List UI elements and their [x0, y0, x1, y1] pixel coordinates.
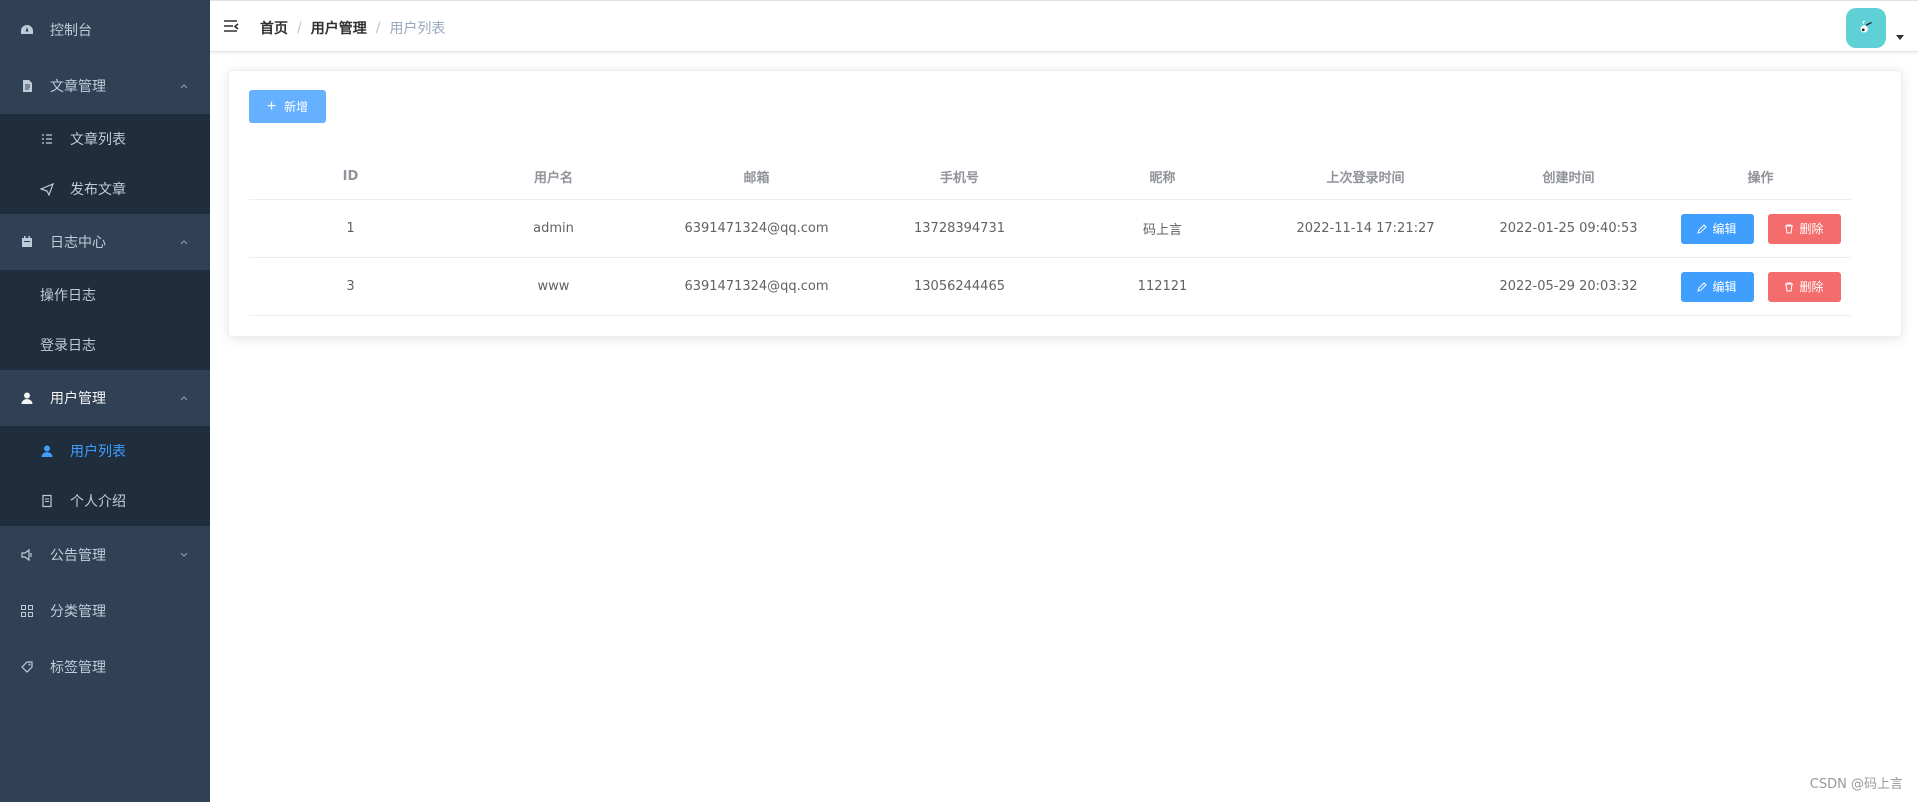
sidebar-item-dashboard[interactable]: 控制台	[0, 2, 210, 58]
table-header: ID 用户名 邮箱 手机号 昵称 上次登录时间 创建时间 操作	[249, 154, 1851, 200]
cell-email: 6391471324@qq.com	[684, 279, 829, 294]
delete-button[interactable]: 删除	[1767, 213, 1841, 244]
cell-created: 2022-05-29 20:03:32	[1499, 279, 1638, 294]
delete-button[interactable]: 删除	[1767, 271, 1841, 302]
header-email: 邮箱	[743, 171, 770, 186]
edit-button-label: 编辑	[1712, 222, 1737, 236]
cell-actions: 编辑 删除	[1670, 271, 1851, 302]
sidebar-item-label: 个人介绍	[70, 494, 126, 510]
sidebar-item-log-center[interactable]: 日志中心	[0, 214, 210, 270]
caret-down-icon[interactable]	[1896, 35, 1904, 40]
delete-button-label: 删除	[1799, 280, 1824, 294]
sidebar-item-tag[interactable]: 标签管理	[0, 639, 210, 695]
cell-id: 1	[346, 221, 355, 236]
navbar: 首页 / 用户管理 / 用户列表	[210, 0, 1918, 52]
trash-icon	[1784, 282, 1794, 292]
sidebar-item-article-management[interactable]: 文章管理	[0, 58, 210, 114]
edit-icon	[1697, 281, 1708, 292]
header-nickname: 昵称	[1149, 171, 1176, 186]
sidebar-item-category[interactable]: 分类管理	[0, 583, 210, 639]
sidebar-item-label: 登录日志	[40, 338, 96, 354]
user-icon	[40, 444, 54, 458]
hamburger-icon[interactable]	[222, 17, 242, 37]
breadcrumb-separator: /	[297, 20, 302, 36]
header-id: ID	[342, 169, 359, 184]
document-icon	[20, 79, 34, 93]
sidebar-item-login-log[interactable]: 登录日志	[0, 320, 210, 370]
sidebar-item-article-list[interactable]: 文章列表	[0, 114, 210, 164]
trash-icon	[1784, 224, 1794, 234]
edit-button[interactable]: 编辑	[1680, 213, 1754, 244]
sidebar-item-label: 标签管理	[50, 660, 106, 676]
plus-icon: +	[266, 97, 277, 115]
sidebar: 控制台 文章管理 文章列表 发布文章 日志中心 操作日志 登录日志 用户管理 用…	[0, 0, 210, 802]
tag-icon	[20, 660, 34, 674]
table-row: 1 admin 6391471324@qq.com 13728394731 码上…	[249, 200, 1851, 258]
sidebar-item-operation-log[interactable]: 操作日志	[0, 270, 210, 320]
dashboard-icon	[20, 23, 34, 37]
cell-nickname: 112121	[1137, 279, 1188, 294]
sidebar-item-label: 文章列表	[70, 132, 126, 148]
sidebar-item-publish-article[interactable]: 发布文章	[0, 164, 210, 214]
sidebar-item-label: 控制台	[50, 23, 92, 39]
sidebar-item-announcement[interactable]: 公告管理	[0, 527, 210, 583]
cell-created: 2022-01-25 09:40:53	[1499, 221, 1638, 236]
calendar-icon	[20, 235, 34, 249]
watermark: CSDN @码上言	[1809, 777, 1903, 792]
user-table: ID 用户名 邮箱 手机号 昵称 上次登录时间 创建时间 操作 1 admin …	[249, 154, 1851, 316]
cell-nickname: 码上言	[1142, 223, 1182, 238]
header-actions: 操作	[1747, 171, 1774, 186]
sidebar-item-label: 用户管理	[50, 391, 106, 407]
notebook-icon	[40, 494, 54, 508]
sidebar-item-label: 日志中心	[50, 235, 106, 251]
sidebar-item-user-list[interactable]: 用户列表	[0, 426, 210, 476]
delete-button-label: 删除	[1799, 222, 1824, 236]
list-icon	[40, 132, 54, 146]
speaker-icon	[20, 548, 34, 562]
header-last-login: 上次登录时间	[1326, 171, 1405, 186]
sidebar-item-label: 发布文章	[70, 182, 126, 198]
content-card: + 新增 ID 用户名 邮箱 手机号 昵称 上次登录时间 创建时间 操作 1 a…	[228, 70, 1902, 337]
breadcrumb: 首页 / 用户管理 / 用户列表	[260, 18, 445, 38]
header-phone: 手机号	[939, 171, 979, 186]
sidebar-item-label: 操作日志	[40, 288, 96, 304]
edit-button-label: 编辑	[1712, 280, 1737, 294]
header-username: 用户名	[533, 171, 573, 186]
user-icon	[20, 391, 34, 405]
add-button[interactable]: + 新增	[249, 90, 326, 123]
table-row: 3 www 6391471324@qq.com 13056244465 1121…	[249, 258, 1851, 316]
chevron-up-icon	[178, 236, 190, 248]
cell-phone: 13056244465	[914, 279, 1005, 294]
chevron-down-icon	[178, 549, 190, 561]
sidebar-item-label: 用户列表	[70, 444, 126, 460]
grid-icon	[20, 604, 34, 618]
add-button-label: 新增	[284, 100, 309, 114]
cell-last-login: 2022-11-14 17:21:27	[1296, 221, 1435, 236]
cell-actions: 编辑 删除	[1670, 213, 1851, 244]
breadcrumb-home[interactable]: 首页	[260, 18, 288, 38]
chevron-up-icon	[178, 392, 190, 404]
chevron-up-icon	[178, 80, 190, 92]
breadcrumb-separator: /	[375, 20, 381, 36]
header-created: 创建时间	[1542, 171, 1595, 186]
edit-button[interactable]: 编辑	[1680, 271, 1754, 302]
cell-username: admin	[533, 221, 574, 236]
breadcrumb-current: 用户列表	[389, 21, 446, 37]
sidebar-item-label: 分类管理	[50, 604, 106, 620]
cell-phone: 13728394731	[914, 221, 1005, 236]
cell-email: 6391471324@qq.com	[684, 221, 829, 236]
edit-icon	[1697, 223, 1708, 234]
breadcrumb-user-management[interactable]: 用户管理	[311, 18, 367, 38]
sidebar-item-label: 公告管理	[50, 548, 106, 564]
send-icon	[40, 182, 54, 196]
sidebar-item-label: 文章管理	[50, 79, 106, 95]
avatar[interactable]	[1846, 8, 1886, 48]
sidebar-item-profile[interactable]: 个人介绍	[0, 476, 210, 526]
sidebar-item-user-management[interactable]: 用户管理	[0, 370, 210, 426]
cell-username: www	[537, 279, 570, 294]
cell-id: 3	[346, 279, 355, 294]
